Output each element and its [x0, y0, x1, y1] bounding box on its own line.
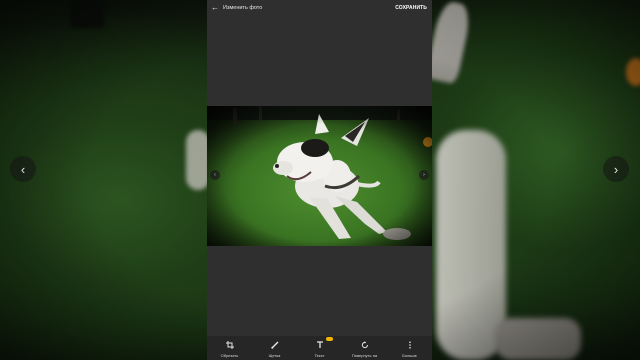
photo-next-button[interactable]: › [419, 170, 429, 180]
chevron-right-icon: › [613, 161, 619, 177]
brush-tool-button[interactable]: Щетка [252, 336, 297, 360]
text-icon [315, 340, 325, 350]
chevron-left-icon: ‹ [214, 172, 216, 178]
brush-icon [270, 340, 280, 350]
photo-preview [207, 106, 432, 246]
chevron-left-icon: ‹ [20, 161, 26, 177]
crop-tool-button[interactable]: Обрезать [207, 336, 252, 360]
chevron-right-icon: › [423, 172, 425, 178]
save-button[interactable]: СОХРАНИТЬ [395, 4, 427, 12]
new-badge [326, 337, 333, 341]
tool-label: Щетка [268, 353, 281, 358]
page-title: Изменить фото [223, 5, 263, 11]
rotate-icon [360, 340, 370, 350]
rotate-tool-button[interactable]: Повернуть на [342, 336, 387, 360]
top-bar: ← Изменить фото СОХРАНИТЬ [207, 0, 432, 16]
more-vertical-icon [405, 340, 415, 350]
arrow-left-icon[interactable]: ← [211, 3, 219, 13]
photo-editor-panel: ← Изменить фото СОХРАНИТЬ ‹ › Обрезать Щ… [207, 0, 432, 360]
more-tool-button[interactable]: Больше [387, 336, 432, 360]
crop-icon [225, 340, 235, 350]
dog-photo [207, 106, 432, 246]
tool-label: Обрезать [220, 353, 239, 358]
tool-label: Больше [402, 353, 417, 358]
next-arrow-button[interactable]: › [603, 156, 629, 182]
prev-arrow-button[interactable]: ‹ [10, 156, 36, 182]
tool-label: Текст [314, 353, 325, 358]
photo-prev-button[interactable]: ‹ [210, 170, 220, 180]
text-tool-button[interactable]: Текст [297, 336, 342, 360]
edit-toolbar: Обрезать Щетка Текст Повернуть на Больше [207, 336, 432, 360]
tool-label: Повернуть на [351, 353, 378, 358]
